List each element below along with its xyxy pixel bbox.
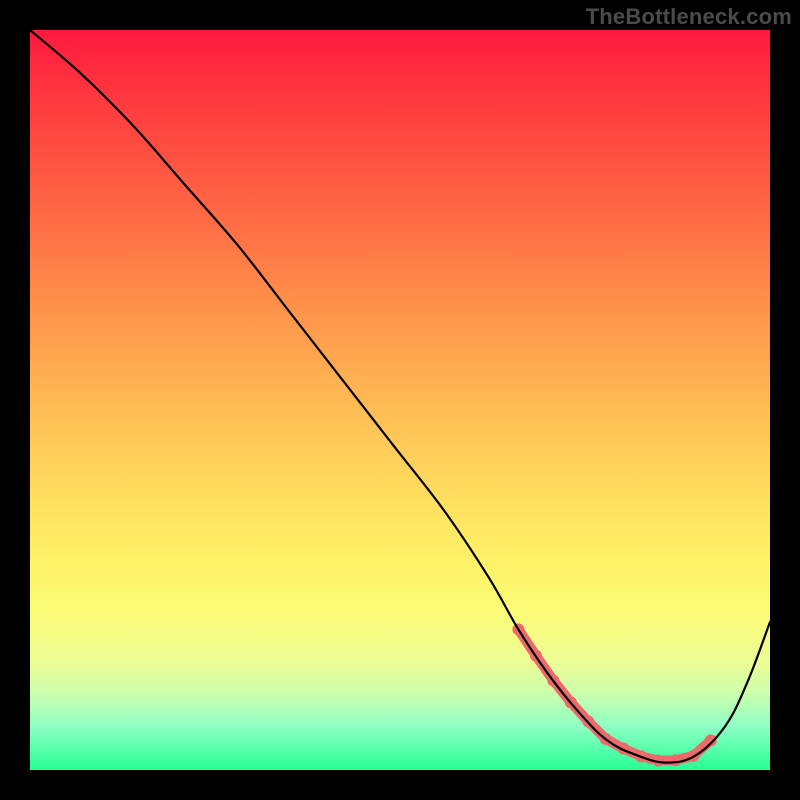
curve-layer: [30, 30, 770, 770]
bottleneck-curve: [30, 30, 770, 763]
chart-frame: TheBottleneck.com: [0, 0, 800, 800]
highlight-segment: [518, 629, 710, 760]
highlight-dot: [670, 754, 682, 766]
plot-area: [30, 30, 770, 770]
watermark-text: TheBottleneck.com: [586, 4, 792, 30]
